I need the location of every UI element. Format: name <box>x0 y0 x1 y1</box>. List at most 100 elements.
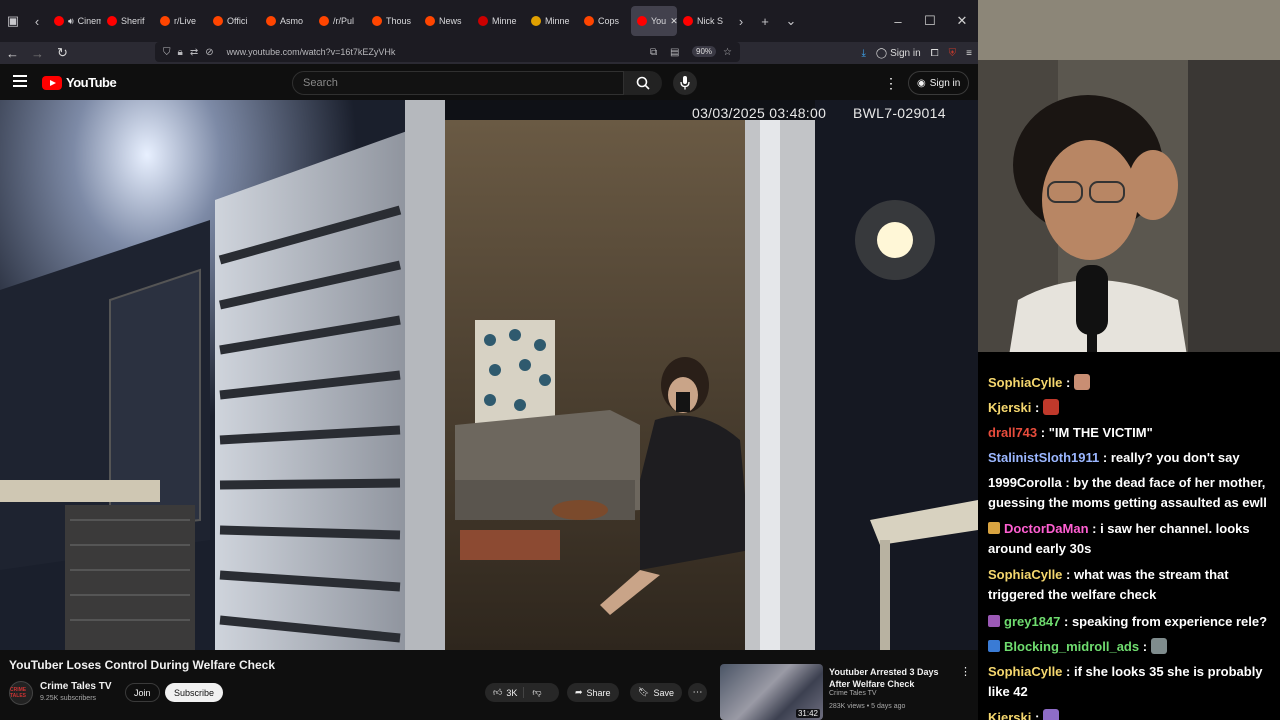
chat-emote-icon <box>1042 709 1059 720</box>
chat-username[interactable]: Blocking_midroll_ads <box>1004 639 1139 654</box>
picture-in-picture-icon[interactable]: ⧉ <box>650 47 657 58</box>
browser-tab[interactable]: Cops <box>578 6 631 36</box>
scroll-tabs-left-icon[interactable]: ‹ <box>26 0 48 42</box>
ublock-icon[interactable]: ⛨ <box>949 48 957 59</box>
browser-tab[interactable]: r/Live <box>154 6 207 36</box>
tab-overview-icon[interactable]: ▣ <box>0 0 26 42</box>
chat-username[interactable]: SophiaCylle <box>988 375 1062 390</box>
video-frame-image <box>0 100 978 650</box>
chat-username[interactable]: drall743 <box>988 425 1037 440</box>
tab-audio-icon[interactable]: 🔊︎ <box>68 16 74 27</box>
chat-username[interactable]: DoctorDaMan <box>1004 521 1089 536</box>
voice-search-button[interactable] <box>673 71 697 95</box>
chat-badge-icon <box>988 615 1000 627</box>
back-icon[interactable]: ← <box>0 46 25 61</box>
chat-text: : <box>1062 375 1074 390</box>
close-tab-icon[interactable]: ✕ <box>670 16 677 27</box>
reload-icon[interactable]: ↻ <box>50 45 75 61</box>
search-button[interactable] <box>624 71 662 95</box>
lock-icon[interactable]: 🔒︎ <box>178 47 183 58</box>
download-icon[interactable]: ⤓ <box>861 48 865 59</box>
share-button[interactable]: ➦ Share <box>567 683 619 702</box>
shield-icon[interactable]: ⛉ <box>163 47 171 58</box>
chat-username[interactable]: StalinistSloth1911 <box>988 450 1099 465</box>
settings-kebab-icon[interactable]: ⋮ <box>884 75 898 92</box>
app-menu-icon[interactable]: ≡ <box>966 48 972 59</box>
account-icon: ◯ <box>875 47 888 59</box>
tab-favicon-icon <box>584 16 594 26</box>
chat-message: 1999Corolla : by the dead face of her mo… <box>988 473 1280 513</box>
reader-view-icon[interactable]: ▤ <box>670 47 679 58</box>
more-actions-icon[interactable]: ⋯ <box>688 683 707 702</box>
tab-list: 🔊︎ Cinem Sherif r/Live Offici Asmo/r/Pul Thous… <box>48 6 730 36</box>
chat-username[interactable]: grey1847 <box>1004 614 1060 629</box>
recommended-video-channel[interactable]: Crime Tales TV <box>829 690 877 697</box>
search-input[interactable] <box>293 72 623 94</box>
new-tab-icon[interactable]: + <box>752 0 778 42</box>
dislike-button[interactable]: 👎︎ <box>524 687 549 698</box>
like-dislike-group: 👍︎ 3K 👎︎ <box>485 683 559 702</box>
browser-tab[interactable]: Asmo <box>260 6 313 36</box>
tab-favicon-icon <box>266 16 276 26</box>
chat-username[interactable]: 1999Corolla <box>988 475 1062 490</box>
tab-label: News <box>439 16 462 26</box>
chat-emote-icon <box>1150 638 1167 654</box>
scroll-tabs-right-icon[interactable]: › <box>730 0 752 42</box>
browser-tab[interactable]: You ✕ <box>631 6 677 36</box>
maximize-icon[interactable]: ☐ <box>914 13 946 29</box>
channel-name[interactable]: Crime Tales TV <box>40 681 112 692</box>
bookmark-icon: 🔖︎ <box>638 687 650 697</box>
permissions-icon[interactable]: ⇄ <box>190 47 198 58</box>
chat-username[interactable]: SophiaCylle <box>988 664 1062 679</box>
guide-menu-icon[interactable] <box>13 75 27 87</box>
browser-tab[interactable]: 🔊︎ Cinem <box>48 6 101 36</box>
close-window-icon[interactable]: ✕ <box>946 13 978 29</box>
browser-tab[interactable]: /r/Pul <box>313 6 366 36</box>
tab-label: Asmo <box>280 16 304 26</box>
youtube-signin-button[interactable]: ◉ Sign in <box>908 71 970 95</box>
tab-label: /r/Pul <box>333 16 355 26</box>
browser-tab[interactable]: Sherif <box>101 6 154 36</box>
like-button[interactable]: 👍︎ 3K <box>485 687 525 698</box>
channel-avatar[interactable]: CRIME TALES <box>9 681 33 705</box>
video-player[interactable]: 03/03/2025 03:48:00 BWL7-029014 <box>0 100 978 650</box>
tab-favicon-icon <box>54 16 64 26</box>
bookmark-star-icon[interactable]: ☆ <box>723 47 732 58</box>
address-bar[interactable]: ⛉ 🔒︎ ⇄ ⊘ www.youtube.com/watch?v=16t7kEZ… <box>155 42 740 62</box>
browser-tab[interactable]: Offici <box>207 6 260 36</box>
chat-message: SophiaCylle : what was the stream that t… <box>988 565 1280 605</box>
chat-text: : <box>1031 710 1043 720</box>
tab-label: Sherif <box>121 16 145 26</box>
recommended-video-menu-icon[interactable]: ⋮ <box>960 665 971 678</box>
forward-icon[interactable]: → <box>25 46 50 61</box>
extensions-icon[interactable]: ⧠ <box>931 48 939 59</box>
url-text[interactable]: www.youtube.com/watch?v=16t7kEZyVHk <box>227 47 396 57</box>
zoom-level[interactable]: 90% <box>692 46 717 57</box>
youtube-logo[interactable]: YouTube <box>42 75 117 90</box>
tab-favicon-icon <box>425 16 435 26</box>
account-button[interactable]: ◯ Sign in <box>876 48 921 59</box>
browser-tab[interactable]: Minne <box>525 6 578 36</box>
youtube-header: YouTube ⋮ ◉ Sign in <box>0 66 978 100</box>
browser-nav-bar: ← → ↻ ⛉ 🔒︎ ⇄ ⊘ www.youtube.com/watch?v=1… <box>0 42 978 64</box>
save-label: Save <box>653 687 674 698</box>
chat-username[interactable]: SophiaCylle <box>988 567 1062 582</box>
browser-tab[interactable]: Thous <box>366 6 419 36</box>
tab-favicon-icon <box>683 16 693 26</box>
browser-tab[interactable]: Minne <box>472 6 525 36</box>
chat-username[interactable]: Kjerski <box>988 400 1031 415</box>
save-button[interactable]: 🔖︎ Save <box>630 683 682 702</box>
subscribe-button[interactable]: Subscribe <box>165 683 224 702</box>
list-tabs-icon[interactable]: ⌄ <box>778 0 804 42</box>
tracking-icon[interactable]: ⊘ <box>205 47 213 58</box>
search-icon <box>636 76 650 90</box>
browser-tab[interactable]: Nick S <box>677 6 730 36</box>
recommended-video-title[interactable]: Youtuber Arrested 3 Days After Welfare C… <box>829 666 954 690</box>
browser-tab[interactable]: News <box>419 6 472 36</box>
join-button[interactable]: Join <box>125 683 160 702</box>
recommended-video-thumbnail[interactable]: 31:42 <box>720 664 823 720</box>
minimize-icon[interactable]: – <box>882 14 914 29</box>
tab-label: Cinem <box>77 16 101 26</box>
thumbs-down-icon: 👎︎ <box>532 687 542 697</box>
chat-username[interactable]: Kjerski <box>988 710 1031 720</box>
